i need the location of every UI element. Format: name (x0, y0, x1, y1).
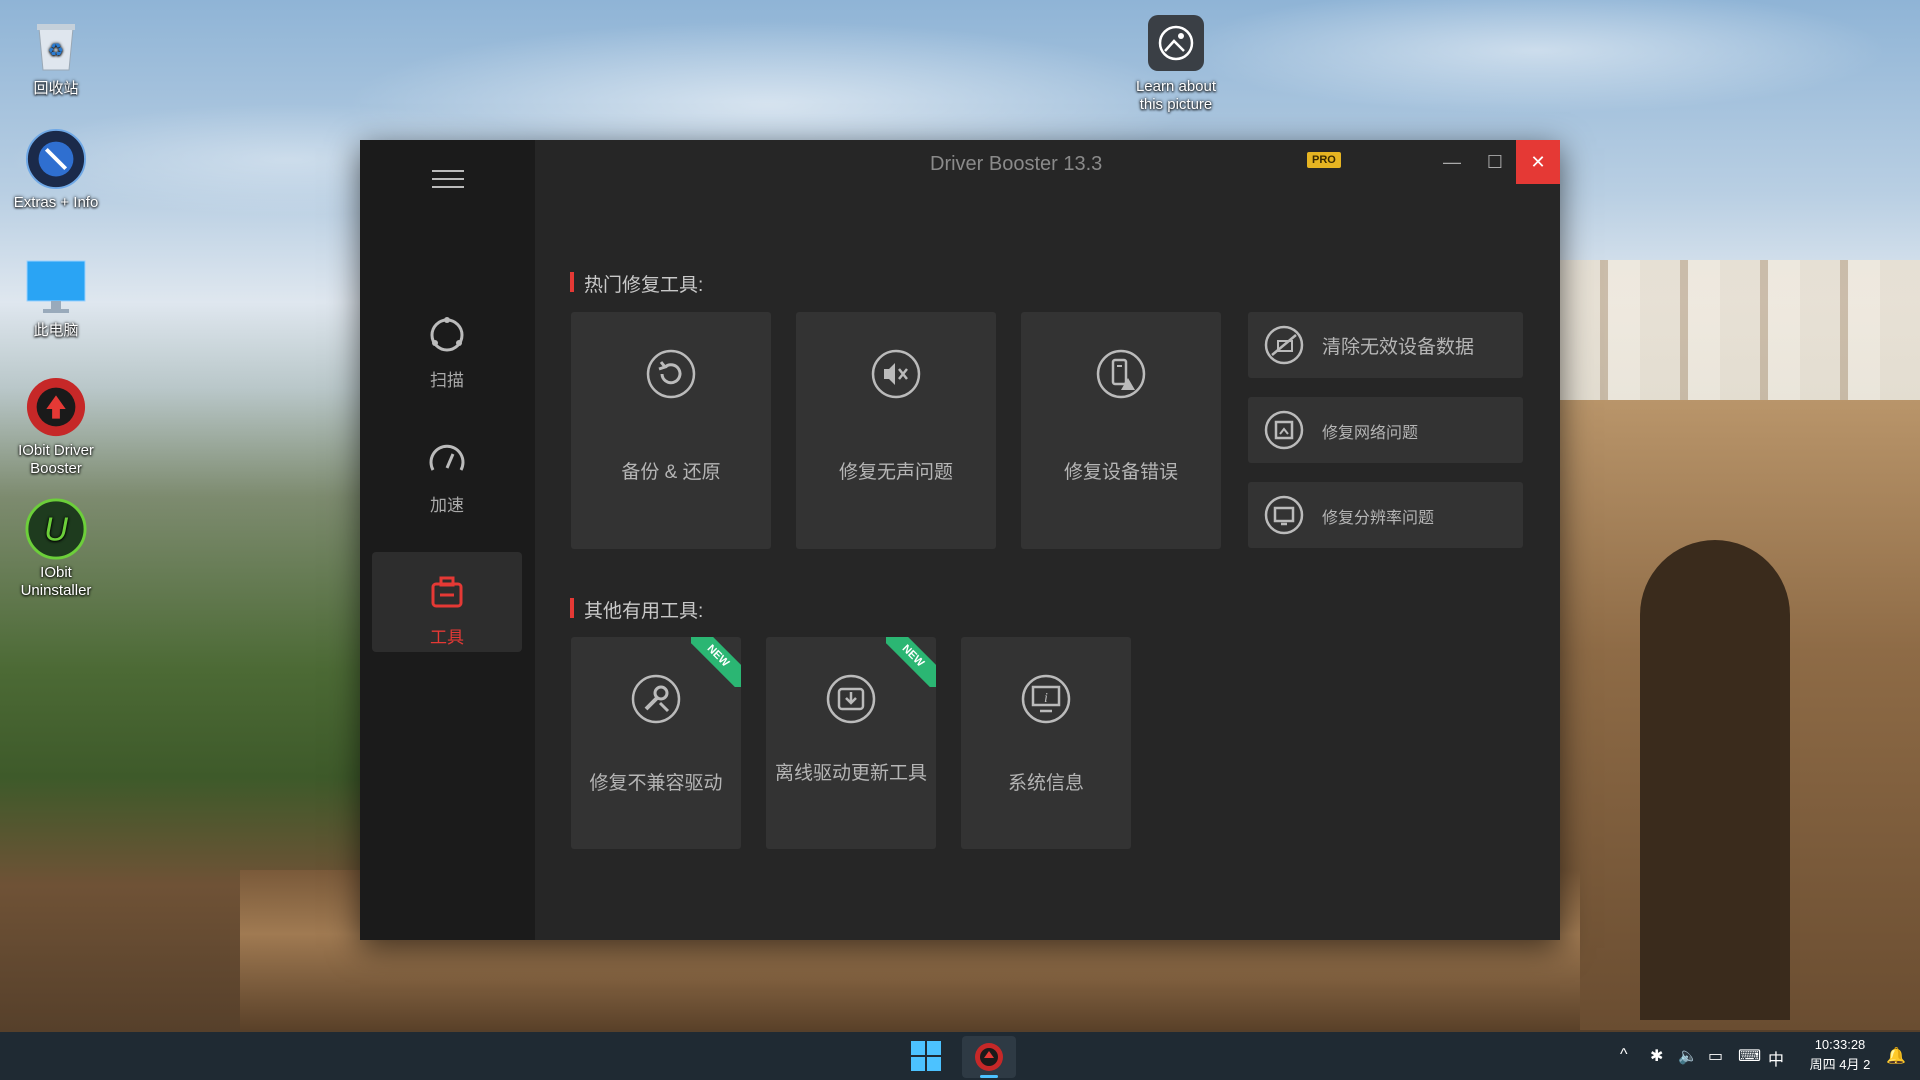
learn-label-2: this picture (1139, 96, 1213, 113)
tool-fix-network[interactable]: 修复网络问题 (1248, 397, 1523, 463)
clock-time: 10:33:28 (1814, 1037, 1866, 1052)
device-warning-icon (1096, 349, 1146, 399)
tool-system-info[interactable]: i 系统信息 (961, 637, 1131, 849)
menu-icon[interactable] (432, 170, 464, 192)
backup-restore-icon (646, 349, 696, 399)
desktop-icon-extras[interactable]: Extras + Info (8, 128, 104, 212)
new-ribbon: NEW (691, 637, 741, 687)
speedometer-icon (429, 444, 465, 471)
volume-icon[interactable]: 🔈 (1678, 1046, 1698, 1066)
taskbar-driver-booster[interactable] (962, 1036, 1016, 1078)
wrench-icon (631, 674, 681, 724)
uninstaller-icon: U (25, 498, 87, 560)
minimize-button[interactable]: — (1430, 140, 1474, 184)
nav-tools[interactable]: 工具 (372, 552, 522, 652)
desktop-icon-label: 此电脑 (33, 322, 79, 339)
tool-label: 备份 & 还原 (621, 462, 721, 483)
driver-booster-icon (975, 1043, 1003, 1071)
tool-clean-device-data[interactable]: 清除无效设备数据 (1248, 312, 1523, 378)
scan-icon (430, 317, 464, 352)
monitor-icon (25, 256, 87, 318)
notification-bell-icon[interactable]: 🔔 (1886, 1046, 1906, 1066)
tool-label: 离线驱动更新工具 (774, 763, 927, 784)
desktop-icon-label: 回收站 (33, 80, 79, 97)
nav-label: 工具 (430, 628, 464, 647)
desktop-icon-learn-picture[interactable]: Learn about this picture (1128, 12, 1224, 114)
driver-booster-icon (25, 376, 87, 438)
desktop-icon-label: IObit Driver Booster (18, 442, 94, 477)
clock[interactable]: 10:33:28 周四 4月 2 (1800, 1035, 1880, 1075)
desktop-icon-label: IObit Uninstaller (20, 564, 92, 599)
maximize-button[interactable]: ☐ (1473, 140, 1517, 184)
learn-label-1: Learn about (1135, 78, 1217, 95)
desktop-icon-recycle-bin[interactable]: ♻ 回收站 (8, 14, 104, 98)
tool-label: 系统信息 (1007, 773, 1084, 794)
nav-label: 加速 (430, 496, 464, 515)
chevron-up-icon[interactable]: ^ (1620, 1046, 1628, 1064)
pro-badge: PRO (1307, 152, 1341, 168)
tool-label: 修复网络问题 (1322, 425, 1419, 442)
recycle-bin-icon: ♻ (25, 14, 87, 76)
tool-fix-resolution[interactable]: 修复分辨率问题 (1248, 482, 1523, 548)
windows-start-icon[interactable] (910, 1040, 942, 1072)
network-icon (1264, 410, 1304, 450)
svg-text:♻: ♻ (48, 40, 64, 60)
ime-indicator[interactable]: 中 (1768, 1046, 1784, 1070)
desktop-icon-uninstaller[interactable]: U IObit Uninstaller (8, 498, 104, 600)
resolution-icon (1264, 495, 1304, 535)
tool-fix-incompatible-driver[interactable]: NEW 修复不兼容驱动 (571, 637, 741, 849)
nav-scan[interactable]: 扫描 (372, 295, 522, 395)
desktop-icon-driver-booster[interactable]: IObit Driver Booster (8, 376, 104, 478)
mute-speaker-icon (871, 349, 921, 399)
toolbox-icon (431, 576, 463, 608)
tool-label: 修复设备错误 (1063, 462, 1178, 483)
tool-fix-no-sound[interactable]: 修复无声问题 (796, 312, 996, 549)
nav-boost[interactable]: 加速 (372, 420, 522, 520)
desktop-icon-label: Extras + Info (13, 194, 99, 211)
close-button[interactable]: ✕ (1516, 140, 1560, 184)
new-ribbon: NEW (886, 637, 936, 687)
tool-backup-restore[interactable]: 备份 & 还原 (571, 312, 771, 549)
clean-device-icon (1264, 325, 1304, 365)
app-title: Driver Booster 13.3 (930, 153, 1103, 175)
hot-tools-heading: 热门修复工具: (570, 270, 703, 297)
tool-fix-device-error[interactable]: 修复设备错误 (1021, 312, 1221, 549)
system-info-icon: i (1021, 674, 1071, 724)
clock-date: 周四 4月 2 (1809, 1057, 1871, 1072)
tool-label: 修复不兼容驱动 (589, 773, 723, 794)
tool-label: 修复分辨率问题 (1322, 510, 1435, 527)
taskbar: ^ ✱ 🔈 ▭ ⌨ 中 10:33:28 周四 4月 2 🔔 (0, 1032, 1920, 1080)
close-icon: ✕ (1530, 151, 1546, 172)
tool-offline-driver-updater[interactable]: NEW 离线驱动更新工具 (766, 637, 936, 849)
svg-text:i: i (1044, 691, 1048, 706)
tool-label: 修复无声问题 (838, 462, 953, 483)
bluetooth-icon[interactable]: ✱ (1650, 1046, 1663, 1066)
title-bar: Driver Booster 13.3 PRO — ☐ ✕ (535, 140, 1560, 184)
network-status-icon[interactable]: ▭ (1708, 1046, 1723, 1066)
camera-info-icon (1145, 12, 1207, 74)
keyboard-icon[interactable]: ⌨ (1738, 1046, 1761, 1066)
sidebar: 扫描 加速 工具 (360, 140, 535, 940)
desktop-icon-this-pc[interactable]: 此电脑 (8, 256, 104, 340)
tool-label: 清除无效设备数据 (1322, 337, 1475, 358)
offline-drive-icon (826, 674, 876, 724)
driver-booster-window: 扫描 加速 工具 Driver Booster 13.3 PRO — ☐ ✕ 热… (360, 140, 1560, 940)
globe-icon (25, 128, 87, 190)
svg-text:U: U (44, 511, 68, 548)
nav-label: 扫描 (430, 371, 464, 390)
other-tools-heading: 其他有用工具: (570, 596, 703, 623)
